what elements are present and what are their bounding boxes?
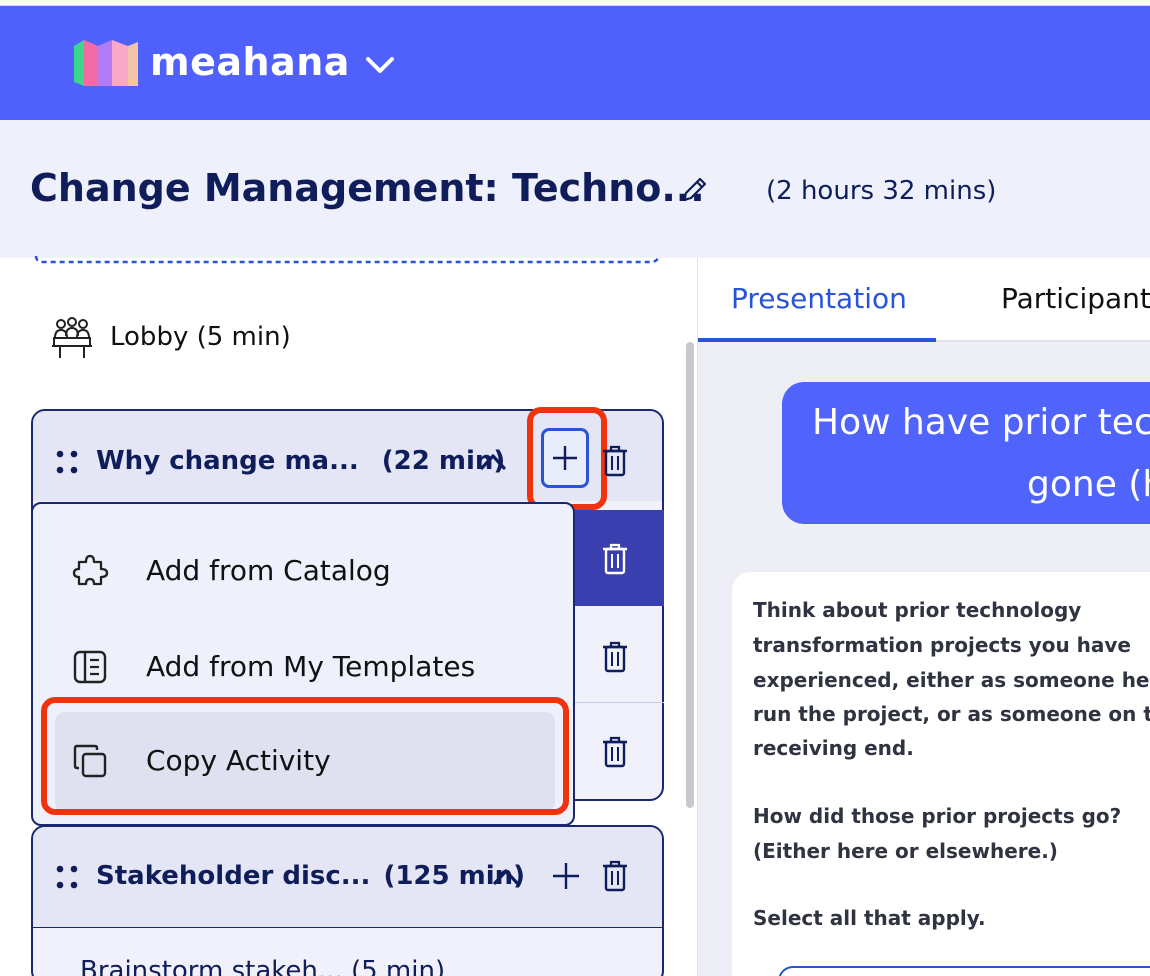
template-icon [73, 650, 107, 684]
plus-icon[interactable] [550, 860, 582, 892]
section-name: Why change ma... [96, 446, 359, 476]
prompt-text-line: Think about prior technology [753, 598, 1082, 622]
trash-icon[interactable] [600, 444, 630, 478]
agenda-scrollbar[interactable] [686, 342, 694, 808]
chevron-down-icon[interactable] [364, 50, 396, 78]
menu-item-add-from-catalog[interactable]: Add from Catalog [33, 522, 573, 618]
drag-handle-icon[interactable] [54, 449, 80, 475]
answer-option-button[interactable] [778, 966, 1150, 976]
drop-zone-border [34, 256, 660, 264]
section-card-stakeholder [31, 825, 664, 976]
tab-presentation[interactable]: Presentation [731, 282, 907, 315]
prompt-text-line: Select all that apply. [753, 906, 986, 930]
lobby-item[interactable]: Lobby (5 min) [110, 322, 291, 352]
meahana-logo-icon [74, 40, 138, 86]
drag-handle-icon[interactable] [54, 864, 80, 890]
chevron-up-icon[interactable] [491, 864, 521, 888]
trash-icon[interactable] [600, 542, 630, 576]
prompt-text-line: (Either here or elsewhere.) [753, 839, 1058, 863]
trash-icon[interactable] [600, 735, 630, 769]
highlight-box-add [527, 407, 607, 510]
lobby-meeting-icon [52, 317, 92, 358]
page-title: Change Management: Techno... [30, 166, 705, 210]
prompt-text-line: transformation projects you have [753, 633, 1131, 657]
menu-item-label: Add from Catalog [146, 554, 391, 587]
prompt-text-line: run the project, or as someone on the [753, 702, 1150, 726]
total-duration: (2 hours 32 mins) [766, 176, 997, 206]
section-title[interactable]: Why change ma... (22 min) [96, 446, 505, 476]
pencil-edit-icon[interactable] [678, 174, 710, 206]
chevron-up-icon[interactable] [478, 449, 508, 473]
section-title[interactable]: Stakeholder disc... (125 min) [96, 861, 525, 891]
tab-participant[interactable]: Participant [1001, 282, 1150, 315]
menu-item-label: Add from My Templates [146, 650, 476, 683]
section-name: Stakeholder disc... [96, 861, 371, 891]
puzzle-icon [72, 554, 109, 586]
prompt-text-line: receiving end. [753, 736, 914, 760]
question-text-line: How have prior tech [812, 402, 1150, 443]
trash-icon[interactable] [600, 859, 630, 893]
question-text-line: gone (h [1027, 464, 1150, 505]
prompt-text-line: How did those prior projects go? [753, 804, 1122, 828]
section-divider [33, 927, 662, 928]
highlight-box-copy-activity [41, 697, 569, 815]
brand-name: meahana [150, 40, 350, 84]
prompt-text-line: experienced, either as someone helpi [753, 668, 1150, 692]
trash-icon[interactable] [600, 640, 630, 674]
activity-row-partial[interactable]: Brainstorm stakeh... (5 min) [80, 956, 445, 976]
